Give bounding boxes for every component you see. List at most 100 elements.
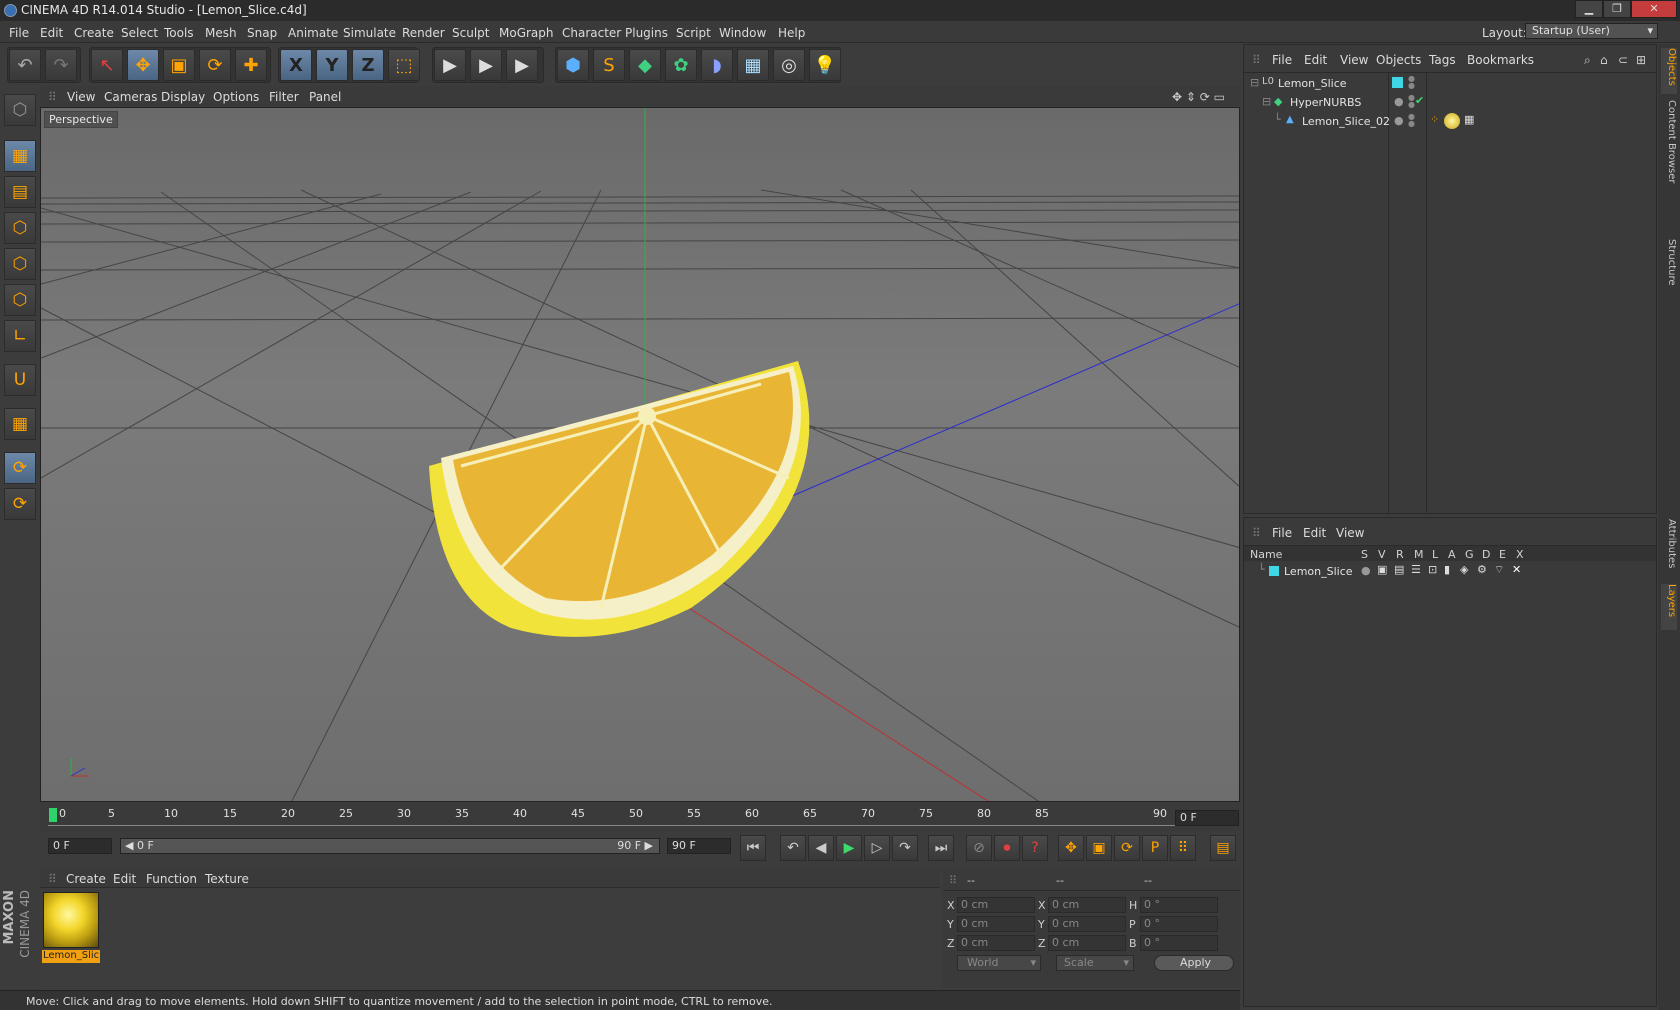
coordinate-space-select[interactable]: World ▾ xyxy=(957,955,1041,971)
animation-film-icon[interactable]: ▮ xyxy=(1444,563,1450,576)
redo-button[interactable]: ↷ xyxy=(45,49,77,81)
planar-workplane-button[interactable]: ⟳ xyxy=(4,488,36,520)
previous-frame-button[interactable]: ◀ xyxy=(808,835,834,861)
manager-list-icon[interactable]: ☰ xyxy=(1411,563,1421,576)
polygons-mode-button[interactable]: ∟ xyxy=(4,320,36,352)
rotation-p-field[interactable]: 0 ° xyxy=(1140,916,1218,932)
record-scale-button[interactable]: ▣ xyxy=(1086,835,1112,861)
render-picture-viewer-button[interactable]: ▶ xyxy=(470,49,502,81)
eye-icon[interactable]: ▣ xyxy=(1377,563,1387,576)
tab-objects[interactable]: Objects xyxy=(1661,48,1677,94)
menu-file[interactable]: File xyxy=(9,26,29,40)
render-view-button[interactable]: ▶ xyxy=(434,49,466,81)
position-y-field[interactable]: 0 cm xyxy=(957,916,1035,932)
add-cube-button[interactable]: ⬢ xyxy=(557,49,589,81)
menu-sculpt[interactable]: Sculpt xyxy=(452,26,489,40)
menu-edit[interactable]: Edit xyxy=(40,26,63,40)
objects-menu-file[interactable]: File xyxy=(1272,53,1292,67)
edges-mode-button[interactable]: ⬡ xyxy=(4,284,36,316)
render-clapper-icon[interactable]: ▤ xyxy=(1394,563,1404,576)
layer-color-swatch[interactable] xyxy=(1392,77,1403,88)
menu-snap[interactable]: Snap xyxy=(247,26,277,40)
menu-character[interactable]: Character xyxy=(562,26,621,40)
play-button[interactable]: ▶ xyxy=(836,835,862,861)
size-x-field[interactable]: 0 cm xyxy=(1048,897,1126,913)
viewport-menu-options[interactable]: Options xyxy=(213,90,259,104)
material-menu-function[interactable]: Function xyxy=(146,872,197,886)
undo-button[interactable]: ↶ xyxy=(9,49,41,81)
viewport-menu-view[interactable]: View xyxy=(67,90,95,104)
menu-mograph[interactable]: MoGraph xyxy=(499,26,554,40)
viewport-menu-display[interactable]: Display xyxy=(161,90,205,104)
add-light-button[interactable]: 💡 xyxy=(809,49,841,81)
add-scene-button[interactable]: ▦ xyxy=(737,49,769,81)
visibility-dots-icon[interactable]: ● ● xyxy=(1408,94,1415,109)
rotation-b-field[interactable]: 0 ° xyxy=(1140,935,1218,951)
new-window-icon[interactable]: ⊞ xyxy=(1636,53,1646,67)
timeline-window-button[interactable]: ▤ xyxy=(1210,835,1236,861)
y-axis-button[interactable]: Y xyxy=(316,49,348,81)
collapse-icon[interactable]: ⊟ xyxy=(1250,76,1259,89)
go-to-end-button[interactable]: ⏭ xyxy=(928,835,954,861)
position-z-field[interactable]: 0 cm xyxy=(957,935,1035,951)
perspective-viewport[interactable]: Perspective xyxy=(40,107,1240,802)
frame-range-slider[interactable]: ◀ 0 F 90 F ▶ xyxy=(120,838,660,854)
recent-tool-button[interactable]: ✚ xyxy=(235,49,267,81)
lemon-slice-model[interactable] xyxy=(429,361,810,637)
add-array-button[interactable]: ✿ xyxy=(665,49,697,81)
layer-color-swatch[interactable] xyxy=(1269,566,1279,576)
objects-menu-bookmarks[interactable]: Bookmarks xyxy=(1467,53,1534,67)
z-axis-button[interactable]: Z xyxy=(352,49,384,81)
points-mode-button[interactable]: ⬡ xyxy=(4,248,36,280)
size-y-field[interactable]: 0 cm xyxy=(1048,916,1126,932)
object-row-lemon-slice-02[interactable]: └ ▲ Lemon_Slice_02 ● ● ● ⁘ ▦ xyxy=(1244,112,1656,131)
render-settings-button[interactable]: ▶ xyxy=(506,49,538,81)
material-menu-texture[interactable]: Texture xyxy=(205,872,249,886)
snap-button[interactable]: ▦ xyxy=(4,408,36,440)
size-z-field[interactable]: 0 cm xyxy=(1048,935,1126,951)
menu-create[interactable]: Create xyxy=(74,26,114,40)
material-menu-edit[interactable]: Edit xyxy=(113,872,136,886)
viewport-menu-filter[interactable]: Filter xyxy=(269,90,299,104)
visibility-dots-icon[interactable]: ● ● xyxy=(1408,113,1415,128)
menu-select[interactable]: Select xyxy=(121,26,158,40)
viewport-navigation-icons[interactable]: ✥ ⇕ ⟳ ▭ xyxy=(1172,90,1225,104)
add-deformer-button[interactable]: ◗ xyxy=(701,49,733,81)
object-row-lemon-slice[interactable]: ⊟ L0 Lemon_Slice ● ● xyxy=(1244,74,1656,93)
current-frame-field[interactable]: 0 F xyxy=(1175,810,1239,826)
locked-workplane-button[interactable]: ⟳ xyxy=(4,452,36,484)
close-button[interactable]: ✕ xyxy=(1631,0,1677,18)
viewport-menu-panel[interactable]: Panel xyxy=(309,90,341,104)
object-row-hypernurbs[interactable]: ⊟ ◆ HyperNURBS ● ● ● ✔ xyxy=(1244,93,1656,112)
move-tool-button[interactable]: ✥ xyxy=(127,49,159,81)
viewport-menu-cameras[interactable]: Cameras xyxy=(104,90,157,104)
expression-icon[interactable]: ⌔ xyxy=(1494,563,1504,577)
scale-tool-button[interactable]: ▣ xyxy=(163,49,195,81)
layers-menu-file[interactable]: File xyxy=(1272,526,1292,540)
position-x-field[interactable]: 0 cm xyxy=(957,897,1035,913)
objects-menu-view[interactable]: View xyxy=(1340,53,1368,67)
coordinate-system-button[interactable]: ⬚ xyxy=(388,49,420,81)
menu-plugins[interactable]: Plugins xyxy=(625,26,668,40)
add-nurbs-button[interactable]: ◆ xyxy=(629,49,661,81)
record-parameter-button[interactable]: P xyxy=(1142,835,1168,861)
generator-icon[interactable]: ◈ xyxy=(1460,563,1468,576)
menu-simulate[interactable]: Simulate xyxy=(343,26,396,40)
layer-dot-icon[interactable]: ● xyxy=(1394,114,1404,127)
current-frame-marker[interactable] xyxy=(49,808,57,822)
next-key-button[interactable]: ↷ xyxy=(892,835,918,861)
record-rotation-button[interactable]: ⟳ xyxy=(1114,835,1140,861)
objects-menu-tags[interactable]: Tags xyxy=(1429,53,1456,67)
solo-dot-icon[interactable]: ● xyxy=(1361,564,1371,577)
add-spline-button[interactable]: S xyxy=(593,49,625,81)
start-frame-field[interactable]: 0 F xyxy=(48,838,112,854)
record-point-level-button[interactable]: ⠿ xyxy=(1170,835,1196,861)
material-name-label[interactable]: Lemon_Slic xyxy=(42,950,100,963)
tab-content-browser[interactable]: Content Browser xyxy=(1661,100,1677,230)
tab-layers[interactable]: Layers xyxy=(1661,584,1677,630)
material-tag-icon[interactable] xyxy=(1444,113,1460,129)
menu-window[interactable]: Window xyxy=(719,26,766,40)
keyframe-selection-button[interactable]: ? xyxy=(1022,835,1048,861)
search-icon[interactable]: ⌕ xyxy=(1584,53,1591,68)
material-thumbnail[interactable] xyxy=(43,892,99,948)
